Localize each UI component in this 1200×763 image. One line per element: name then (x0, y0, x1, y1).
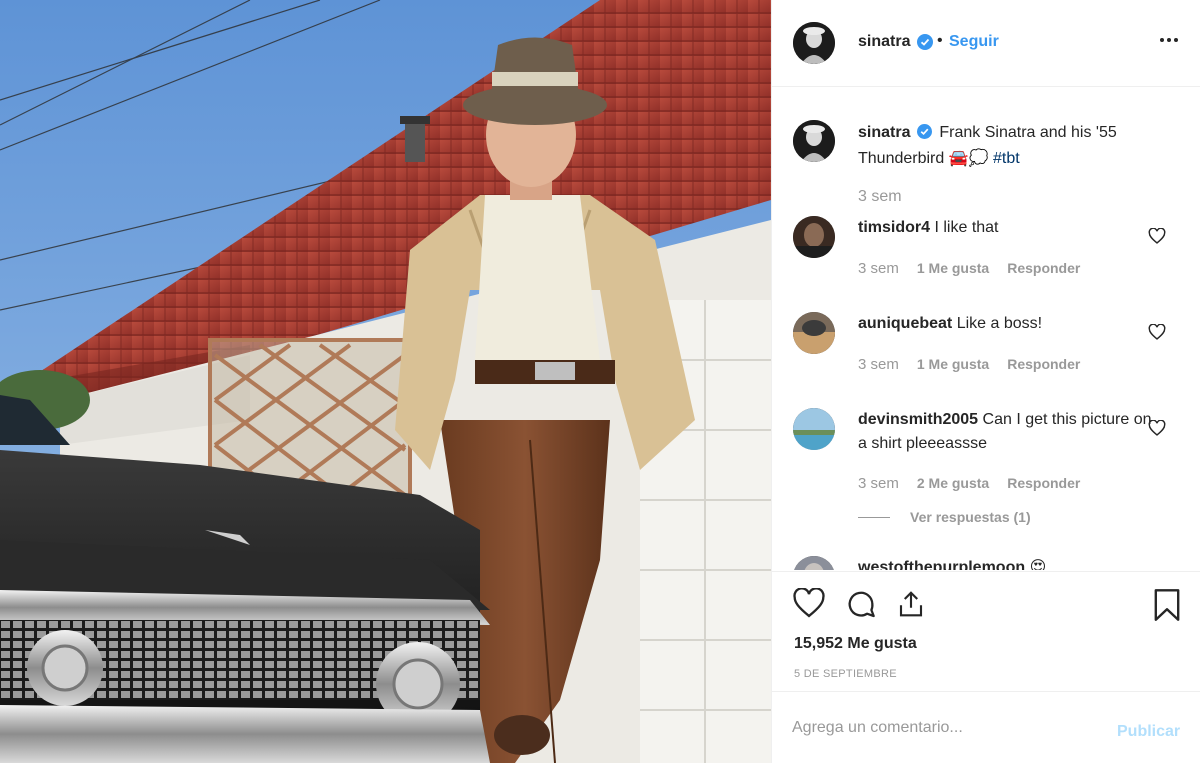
comment-text: auniquebeat Like a boss! (858, 312, 1153, 336)
comment-like-heart-icon[interactable] (1148, 227, 1166, 248)
comment-text: devinsmith2005 Can I get this picture on… (858, 408, 1153, 456)
comment-likes[interactable]: 2 Me gusta (917, 475, 989, 492)
commenter-username[interactable]: timsidor4 (858, 219, 930, 236)
comment-body: I like that (934, 219, 999, 236)
replies-divider-line (858, 516, 890, 518)
commenter-avatar[interactable] (793, 312, 835, 354)
caption-author-avatar[interactable] (793, 120, 835, 162)
comment-time[interactable]: 3 sem (858, 356, 899, 373)
verified-badge-icon (917, 34, 933, 54)
comment-likes[interactable]: 1 Me gusta (917, 356, 989, 373)
comment-text: westofthepurplemoon 😍 (858, 556, 1153, 570)
commenter-avatar[interactable] (793, 408, 835, 450)
commenter-username[interactable]: devinsmith2005 (858, 411, 978, 428)
heart-icon[interactable] (792, 587, 826, 622)
caption-text: sinatra Frank Sinatra and his '55 Thunde… (858, 121, 1168, 171)
post-side-panel: sinatra • Seguir sinatra Frank Sinatra a… (771, 0, 1200, 763)
likes-count[interactable]: 15,952 Me gusta (794, 635, 917, 653)
header-separator: • (937, 32, 943, 49)
follow-button[interactable]: Seguir (949, 33, 999, 51)
share-icon[interactable] (896, 588, 926, 624)
hashtag-link[interactable]: #tbt (993, 150, 1020, 167)
comment-likes[interactable]: 1 Me gusta (917, 260, 989, 277)
caption-username[interactable]: sinatra (858, 124, 910, 141)
view-replies-button[interactable]: Ver respuestas (1) (858, 509, 1031, 525)
instagram-post: sinatra • Seguir sinatra Frank Sinatra a… (0, 0, 1200, 763)
add-comment-bar: Publicar (772, 691, 1200, 763)
view-replies-label: Ver respuestas (1) (910, 509, 1031, 525)
author-avatar-image (793, 22, 835, 64)
comment-meta: 3 sem 1 Me gusta Responder (858, 356, 1080, 373)
commenter-avatar-image (793, 408, 835, 450)
post-photo[interactable] (0, 0, 771, 763)
caption-avatar-image (793, 120, 835, 162)
author-username[interactable]: sinatra (858, 33, 910, 51)
comment-like-heart-icon[interactable] (1148, 323, 1166, 344)
commenter-avatar-image (793, 556, 835, 570)
comment-icon[interactable] (844, 588, 878, 624)
more-options-icon[interactable] (1160, 38, 1178, 42)
comment-body: 😍 (1029, 559, 1047, 570)
commenter-username[interactable]: auniquebeat (858, 315, 952, 332)
commenter-avatar[interactable] (793, 556, 835, 570)
comment-text: timsidor4 I like that (858, 216, 1153, 240)
comment-meta: 3 sem 1 Me gusta Responder (858, 260, 1080, 277)
comment-body: Like a boss! (956, 315, 1043, 332)
publish-button[interactable]: Publicar (1117, 723, 1180, 741)
post-image (0, 0, 771, 763)
commenter-avatar[interactable] (793, 216, 835, 258)
comments-list[interactable]: sinatra Frank Sinatra and his '55 Thunde… (772, 88, 1200, 570)
post-date[interactable]: 5 DE SEPTIEMBRE (794, 668, 897, 680)
commenter-avatar-image (793, 312, 835, 354)
post-header: sinatra • Seguir (772, 0, 1200, 87)
reply-button[interactable]: Responder (1007, 356, 1080, 373)
comment-time[interactable]: 3 sem (858, 260, 899, 277)
reply-button[interactable]: Responder (1007, 475, 1080, 492)
comment-meta: 3 sem 2 Me gusta Responder (858, 475, 1080, 492)
commenter-avatar-image (793, 216, 835, 258)
caption-time[interactable]: 3 sem (858, 188, 902, 206)
comment-time[interactable]: 3 sem (858, 475, 899, 492)
author-avatar[interactable] (793, 22, 835, 64)
reply-button[interactable]: Responder (1007, 260, 1080, 277)
verified-badge-icon (916, 123, 932, 147)
bookmark-icon[interactable] (1153, 588, 1181, 626)
commenter-username[interactable]: westofthepurplemoon (858, 559, 1025, 570)
comment-input[interactable] (792, 714, 1092, 742)
comment-like-heart-icon[interactable] (1148, 419, 1166, 440)
post-actions: 15,952 Me gusta 5 DE SEPTIEMBRE (772, 571, 1200, 691)
